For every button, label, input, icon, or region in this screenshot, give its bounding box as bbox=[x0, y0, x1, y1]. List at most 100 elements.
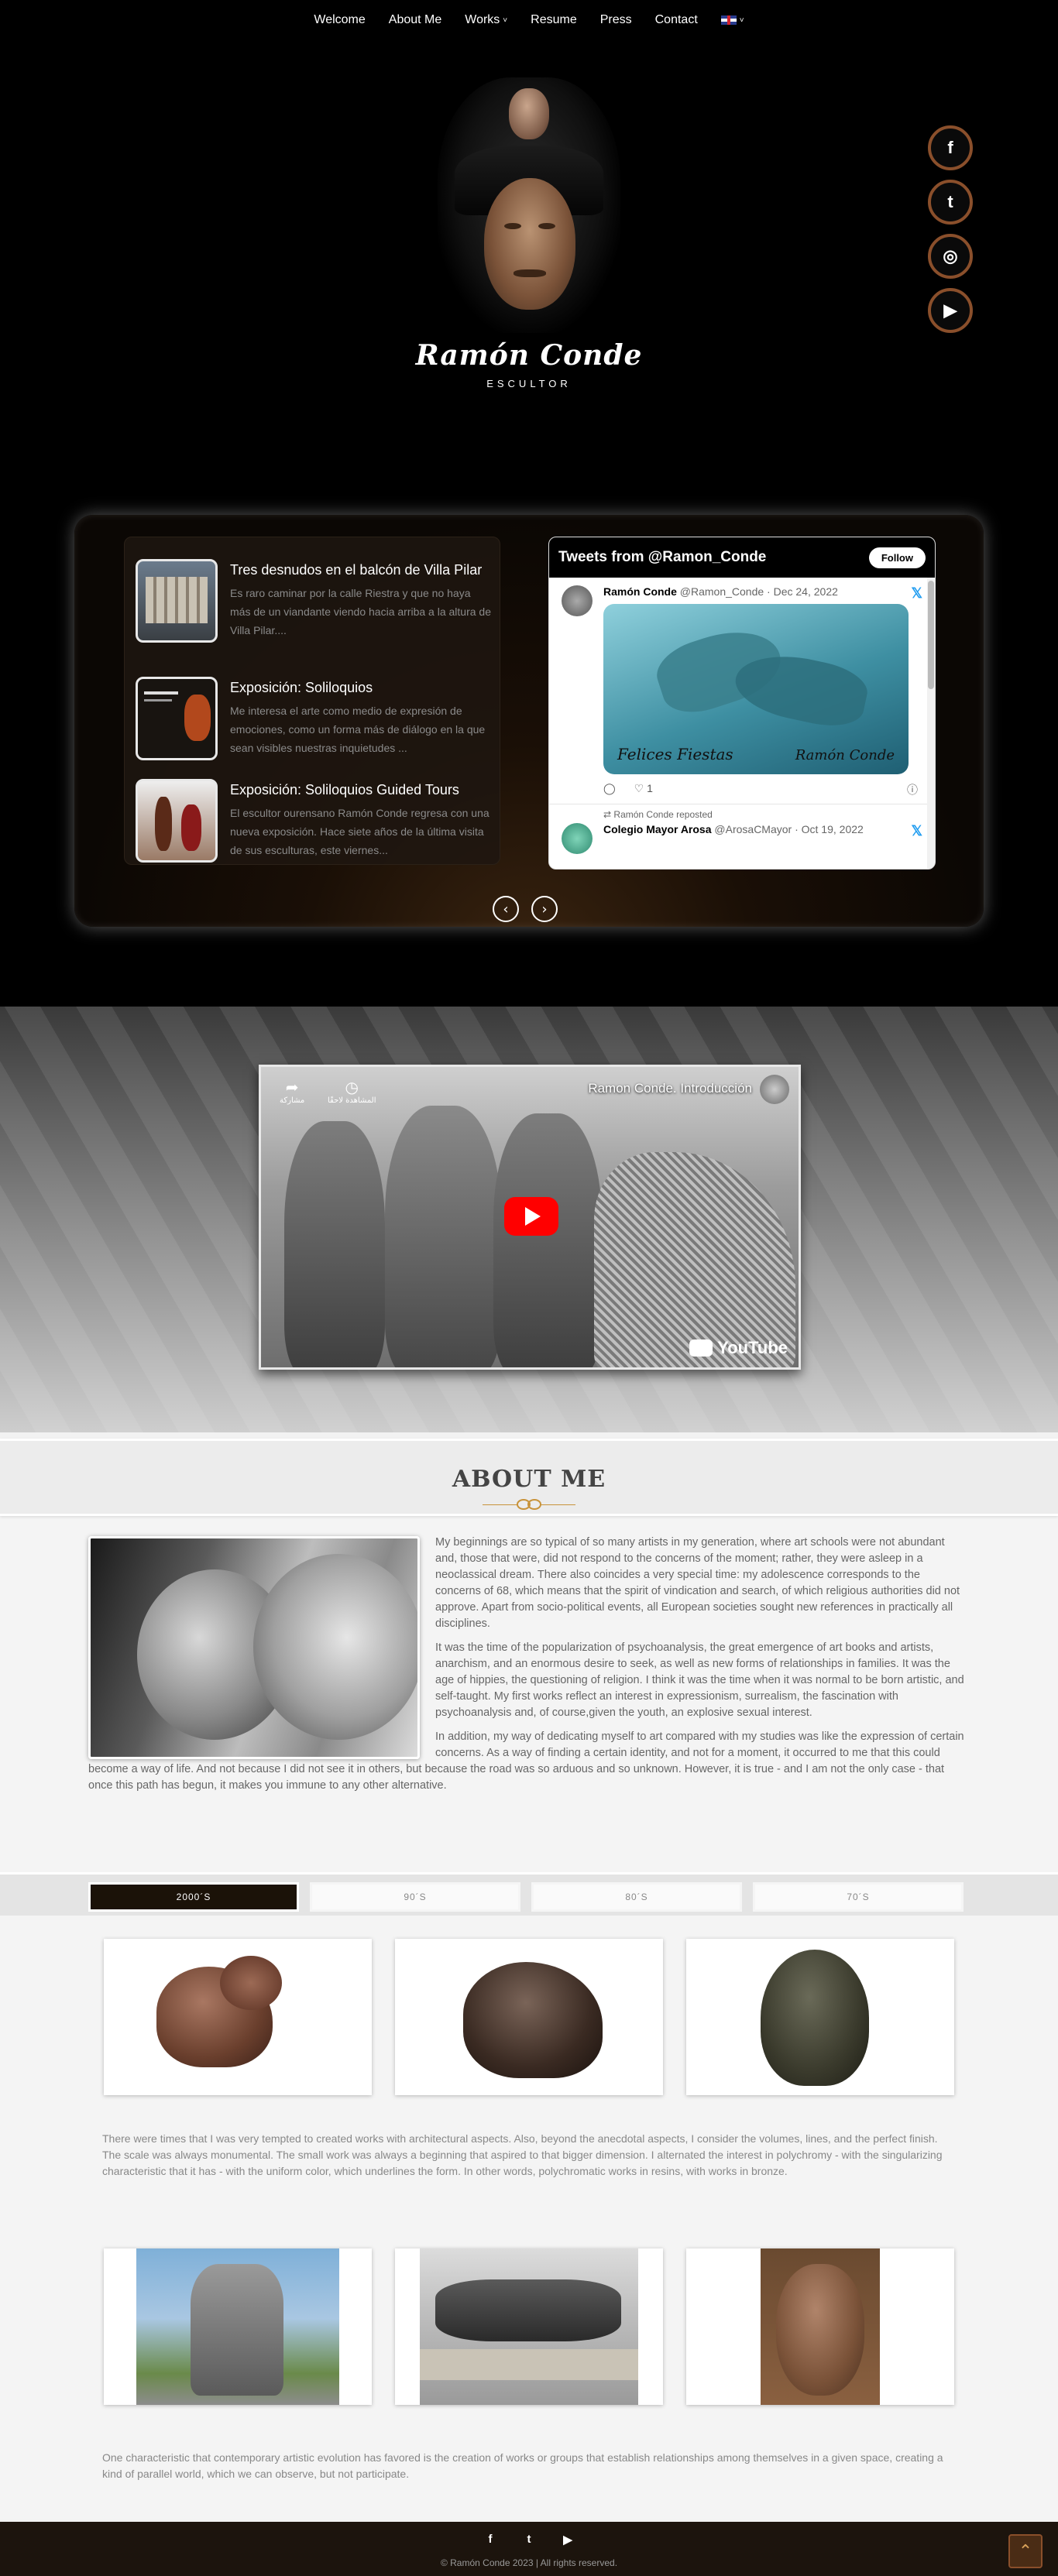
video-title[interactable]: Ramon Conde. Introducción bbox=[588, 1081, 752, 1096]
portrait-head bbox=[509, 88, 549, 139]
x-logo-icon[interactable]: 𝕏 bbox=[911, 585, 922, 602]
chevron-down-icon: ˅ bbox=[503, 15, 508, 25]
watch-later-label: المشاهدة لاحقًا bbox=[328, 1096, 376, 1105]
slider-prev-button[interactable]: ‹ bbox=[493, 896, 519, 922]
reply-icon[interactable]: ◯ bbox=[603, 782, 616, 799]
like-count: 1 bbox=[647, 782, 653, 794]
heart-icon: ♡ bbox=[634, 782, 644, 794]
news-title[interactable]: Exposición: Soliloquios bbox=[230, 678, 492, 697]
nav-resume-label: Resume bbox=[531, 13, 577, 26]
youtube-embed[interactable]: ➦ مشاركة ◷ المشاهدة لاحقًا Ramon Conde. In… bbox=[259, 1065, 801, 1370]
work-card[interactable] bbox=[686, 1939, 954, 2095]
scrollbar-thumb[interactable] bbox=[928, 581, 934, 689]
site-logo-name[interactable]: Ramón Conde bbox=[0, 339, 1058, 372]
youtube-icon[interactable]: ▶ bbox=[562, 2533, 574, 2547]
news-slider-panel: Tres desnudos en el balcón de Villa Pila… bbox=[74, 515, 984, 927]
work-card[interactable] bbox=[686, 2248, 954, 2405]
work-card[interactable] bbox=[104, 2248, 372, 2405]
nav-contact[interactable]: Contact bbox=[644, 13, 709, 27]
info-icon[interactable]: ⓘ bbox=[907, 782, 918, 799]
footer: f t ▶ © Ramón Conde 2023 | All rights re… bbox=[0, 2522, 1058, 2576]
repost-indicator: ⇄ Ramón Conde reposted bbox=[549, 804, 935, 820]
uk-flag-icon bbox=[720, 15, 737, 25]
tweet[interactable]: Colegio Mayor Arosa @ArosaCMayor · Oct 1… bbox=[549, 820, 935, 854]
share-button[interactable]: ➦ مشاركة bbox=[280, 1078, 304, 1105]
work-card[interactable] bbox=[104, 1939, 372, 2095]
tab-80s[interactable]: 80´S bbox=[531, 1882, 742, 1912]
ornament-line bbox=[540, 1504, 575, 1505]
news-item[interactable]: Tres desnudos en el balcón de Villa Pila… bbox=[136, 559, 492, 643]
twitter-timeline: Tweets from @Ramon_Conde Follow Ramón Co… bbox=[548, 537, 936, 870]
work-card[interactable] bbox=[395, 1939, 663, 2095]
tweet-author[interactable]: Ramón Conde bbox=[603, 585, 677, 598]
news-excerpt: Me interesa el arte como medio de expres… bbox=[230, 705, 486, 754]
facebook-icon[interactable]: f bbox=[484, 2533, 496, 2547]
hero-section: Ramón Conde ESCULTOR f t ◎ ▶ Tres desnud… bbox=[0, 0, 1058, 1007]
news-title[interactable]: Exposición: Soliloquios Guided Tours bbox=[230, 780, 492, 799]
figure-sculpture bbox=[776, 2264, 864, 2396]
news-excerpt: El escultor ourensano Ramón Conde regres… bbox=[230, 807, 489, 856]
youtube-icon[interactable]: ▶ bbox=[928, 288, 973, 333]
channel-avatar[interactable] bbox=[760, 1075, 789, 1104]
news-list: Tres desnudos en el balcón de Villa Pila… bbox=[124, 537, 500, 865]
twitter-icon[interactable]: t bbox=[928, 180, 973, 225]
copyright: © Ramón Conde 2023 | All rights reserved… bbox=[440, 2557, 618, 2568]
twitter-header-title[interactable]: Tweets from @Ramon_Conde bbox=[558, 549, 766, 566]
news-title[interactable]: Tres desnudos en el balcón de Villa Pila… bbox=[230, 561, 492, 579]
avatar[interactable] bbox=[562, 585, 593, 616]
slider-next-button[interactable]: › bbox=[531, 896, 558, 922]
facebook-icon[interactable]: f bbox=[928, 125, 973, 170]
youtube-logo[interactable]: YouTube bbox=[689, 1338, 788, 1358]
mask-eye bbox=[504, 223, 521, 229]
thumbnail-text-line bbox=[144, 699, 172, 701]
tweet-author[interactable]: Colegio Mayor Arosa bbox=[603, 823, 712, 835]
tab-2000s[interactable]: 2000´S bbox=[88, 1882, 299, 1912]
about-photo bbox=[88, 1536, 420, 1759]
like-button[interactable]: ♡ 1 bbox=[634, 782, 653, 799]
artist-portrait bbox=[438, 77, 620, 333]
news-item[interactable]: Exposición: Soliloquios Guided Tours El … bbox=[136, 779, 492, 863]
watch-later-button[interactable]: ◷ المشاهدة لاحقًا bbox=[328, 1078, 376, 1105]
nav-about-me[interactable]: About Me bbox=[377, 13, 453, 27]
about-header-band: ABOUT ME bbox=[0, 1439, 1058, 1516]
news-thumbnail[interactable] bbox=[136, 779, 218, 863]
nav-welcome[interactable]: Welcome bbox=[302, 13, 376, 27]
twitter-icon[interactable]: t bbox=[523, 2533, 535, 2547]
site-logo-subtitle: ESCULTOR bbox=[486, 378, 572, 389]
works-gallery: There were times that I was very tempted… bbox=[0, 1916, 1058, 2519]
news-item[interactable]: Exposición: Soliloquios Me interesa el a… bbox=[136, 677, 492, 760]
decade-tabs: 2000´S 90´S 80´S 70´S bbox=[0, 1872, 1058, 1916]
news-thumbnail[interactable] bbox=[136, 677, 218, 760]
back-to-top-button[interactable]: ⌃ bbox=[1008, 2534, 1043, 2568]
image-caption-right: Ramón Conde bbox=[795, 747, 895, 763]
works-description: One characteristic that contemporary art… bbox=[102, 2451, 943, 2480]
x-logo-icon[interactable]: 𝕏 bbox=[911, 823, 922, 839]
instagram-icon[interactable]: ◎ bbox=[928, 234, 973, 279]
play-button[interactable] bbox=[504, 1197, 558, 1236]
photo-head bbox=[253, 1554, 417, 1740]
nav-press[interactable]: Press bbox=[589, 13, 644, 27]
section-title: ABOUT ME bbox=[452, 1466, 606, 1493]
avatar[interactable] bbox=[562, 823, 593, 854]
ornament-divider bbox=[466, 1497, 592, 1512]
thumbnail-figure bbox=[181, 804, 201, 851]
sculpture-image bbox=[220, 1956, 282, 2010]
nav-contact-label: Contact bbox=[654, 13, 698, 26]
follow-button[interactable]: Follow bbox=[868, 547, 926, 568]
language-selector[interactable]: ˅ bbox=[709, 15, 756, 25]
work-card[interactable] bbox=[395, 2248, 663, 2405]
sculpture-figure bbox=[284, 1121, 385, 1367]
hand-sculpture bbox=[191, 2264, 283, 2396]
thumbnail-poster bbox=[184, 695, 211, 741]
sculpture-photo bbox=[420, 2248, 638, 2405]
tab-90s[interactable]: 90´S bbox=[310, 1882, 520, 1912]
tweet[interactable]: Ramón Conde @Ramon_Conde · Dec 24, 2022 … bbox=[549, 578, 935, 799]
tab-70s[interactable]: 70´S bbox=[753, 1882, 964, 1912]
tweet-meta: Ramón Conde @Ramon_Conde · Dec 24, 2022 bbox=[603, 585, 924, 598]
social-links: f t ◎ ▶ bbox=[928, 125, 973, 333]
nav-works[interactable]: Works ˅ bbox=[453, 13, 519, 27]
repost-icon: ⇄ bbox=[603, 809, 612, 820]
nav-resume[interactable]: Resume bbox=[519, 13, 589, 27]
tweet-image[interactable]: Felices Fiestas Ramón Conde bbox=[603, 604, 909, 774]
news-thumbnail[interactable] bbox=[136, 559, 218, 643]
